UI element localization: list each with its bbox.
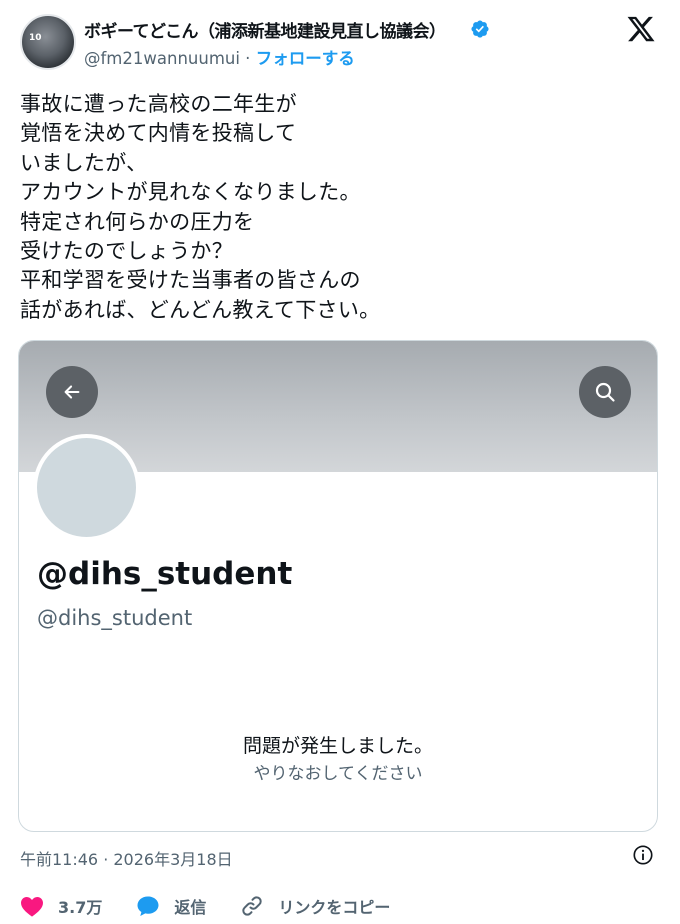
embedded-profile-card[interactable]: @dihs_student @dihs_student 問題が発生しました。 や… [18,340,658,832]
search-button[interactable] [579,366,631,418]
tweet-line: いましたが、 [20,150,148,175]
profile-handle: @dihs_student [37,606,193,630]
back-arrow-icon [64,385,80,399]
reply-button[interactable]: 返信 [136,894,206,918]
heart-icon [21,897,43,917]
search-icon [595,382,615,402]
copy-link-label: リンクをコピー [278,898,391,917]
back-button[interactable] [46,366,98,418]
copy-link-button[interactable]: リンクをコピー [240,894,390,918]
profile-display-name: @dihs_student [37,556,293,592]
tweet-line: 事故に遭った高校の二年生が [20,92,297,116]
tweet-line: アカウントが見れなくなりました。 [20,180,361,205]
follow-button[interactable]: フォローする [256,49,355,68]
tweet-line: 平和学習を受けた当事者の皆さんの [20,268,361,293]
handle-separator: · [239,49,256,68]
like-count: 3.7万 [58,898,103,917]
author-avatar[interactable]: 10 [20,14,76,70]
error-title: 問題が発生しました。 [242,735,433,757]
retry-link[interactable]: やりなおしてください [19,759,657,784]
action-bar: 3.7万 返信 リンクをコピー [20,893,390,919]
avatar-badge: 10 [29,33,42,43]
reply-label: 返信 [174,898,207,917]
link-icon [242,896,263,916]
tweet-line: 受けたのでしょうか？ [20,239,233,264]
tweet-line: 特定され何らかの圧力を [20,209,255,234]
tweet-line: 覚悟を決めて内情を投稿して [20,121,297,146]
tweet-embed: 10 ボギーてどこん（浦添新基地建設見直し協議会） @fm21wannuumui… [0,0,680,924]
author-handle-row: @fm21wannuumui · フォローする [84,45,355,69]
verified-icon [471,20,489,38]
author-name[interactable]: ボギーてどこん（浦添新基地建設見直し協議会） [84,17,446,42]
tweet-line: 話があれば、どんどん教えて下さい。 [20,297,381,322]
reply-icon [137,896,159,916]
info-icon[interactable] [632,844,654,866]
author-handle[interactable]: @fm21wannuumui [84,49,240,68]
tweet-text: 事故に遭った高校の二年生が 覚悟を決めて内情を投稿して いましたが、 アカウント… [20,90,660,325]
tweet-timestamp[interactable]: 午前11:46 · 2026年3月18日 [20,846,233,870]
profile-avatar[interactable] [33,434,140,541]
x-logo-icon[interactable] [626,14,656,44]
like-button[interactable]: 3.7万 [20,894,102,918]
